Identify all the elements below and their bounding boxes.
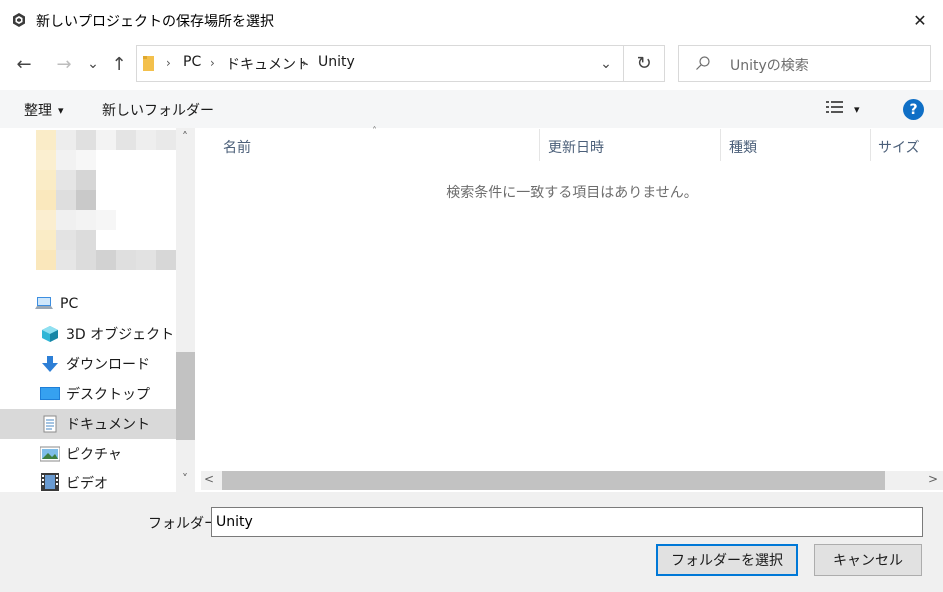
sidebar-item-label: ピクチャ [66,447,122,463]
desktop-icon [40,385,60,403]
breadcrumb-separator-icon: › [166,56,171,70]
download-icon [40,355,60,373]
sidebar-item-desktop[interactable]: デスクトップ [0,379,176,409]
details-view-icon [826,100,844,118]
refresh-button[interactable]: ↻ [624,45,665,82]
scroll-up-icon[interactable]: ˄ [178,130,192,144]
scroll-right-icon[interactable]: > [928,472,938,486]
forward-button[interactable]: → [50,50,78,78]
videos-icon [40,473,60,491]
pictures-icon [40,445,60,463]
scroll-down-icon[interactable]: ˅ [178,472,192,486]
help-icon: ? [909,101,918,118]
organize-button[interactable]: 整理 ▾ [24,100,64,120]
folder-icon [142,54,156,72]
help-button[interactable]: ? [903,99,924,120]
recent-locations-button[interactable]: ⌄ [84,50,102,78]
arrow-up-icon: ↑ [111,53,127,75]
sidebar-item-label: デスクトップ [66,387,150,403]
sidebar-item-label: ビデオ [66,476,108,491]
address-dropdown-button[interactable]: ⌄ [590,47,622,80]
sort-ascending-icon: ˄ [372,126,377,137]
arrow-left-icon: ← [16,53,32,75]
search-icon [695,55,711,71]
navigation-scrollbar-thumb[interactable] [176,352,195,440]
documents-icon [40,415,60,433]
sidebar-item-pc[interactable]: PC [0,289,176,319]
empty-message: 検索条件に一致する項目はありません。 [446,185,698,201]
sidebar-item-label: PC [60,296,79,312]
breadcrumb-pc[interactable]: PC [183,54,201,70]
column-header-type[interactable]: 種類 [729,137,757,157]
scroll-left-icon[interactable]: < [204,472,214,486]
back-button[interactable]: ← [10,50,38,78]
sidebar-item-label: 3D オブジェクト [66,327,175,343]
new-folder-button[interactable]: 新しいフォルダー [102,100,214,120]
organize-label: 整理 [24,103,52,119]
search-placeholder: Unityの検索 [730,58,809,74]
sidebar-item-3d-objects[interactable]: 3D オブジェクト [0,319,176,349]
cancel-button[interactable]: キャンセル [814,544,922,576]
refresh-icon: ↻ [636,53,652,74]
caret-down-icon: ▾ [58,103,64,117]
sidebar-item-label: ダウンロード [66,357,150,373]
sidebar-item-documents[interactable]: ドキュメント [0,409,176,439]
breadcrumb-separator-icon: › [210,56,215,70]
chevron-down-icon: ⌄ [600,55,612,72]
breadcrumb-documents[interactable]: ドキュメント [226,54,310,74]
close-icon: ✕ [913,10,927,30]
computer-icon [34,295,54,313]
column-header-size[interactable]: サイズ [878,137,920,157]
column-header-modified[interactable]: 更新日時 [548,137,604,157]
view-options-button[interactable]: ▾ [826,99,872,119]
column-divider[interactable] [720,129,721,161]
unity-icon [12,13,26,27]
column-header-name[interactable]: 名前 [223,137,251,157]
up-button[interactable]: ↑ [105,50,133,78]
window-title: 新しいプロジェクトの保存場所を選択 [36,14,274,30]
3d-objects-icon [40,325,60,343]
column-divider[interactable] [539,129,540,161]
breadcrumb-unity[interactable]: Unity [318,54,355,70]
sidebar-item-label: ドキュメント [66,417,150,433]
close-button[interactable]: ✕ [900,4,940,36]
chevron-down-icon: ⌄ [87,56,99,72]
caret-down-icon: ▾ [854,102,860,116]
horizontal-scrollbar-thumb[interactable] [222,471,885,490]
sidebar-item-pictures[interactable]: ピクチャ [0,439,176,469]
file-list[interactable] [201,128,943,472]
arrow-right-icon: → [56,53,72,75]
sidebar-item-downloads[interactable]: ダウンロード [0,349,176,379]
column-divider[interactable] [870,129,871,161]
sidebar-item-videos[interactable]: ビデオ [0,469,176,491]
folder-name-input[interactable] [211,507,923,537]
breadcrumb-separator-icon: › [302,56,307,70]
select-folder-button[interactable]: フォルダーを選択 [656,544,798,576]
